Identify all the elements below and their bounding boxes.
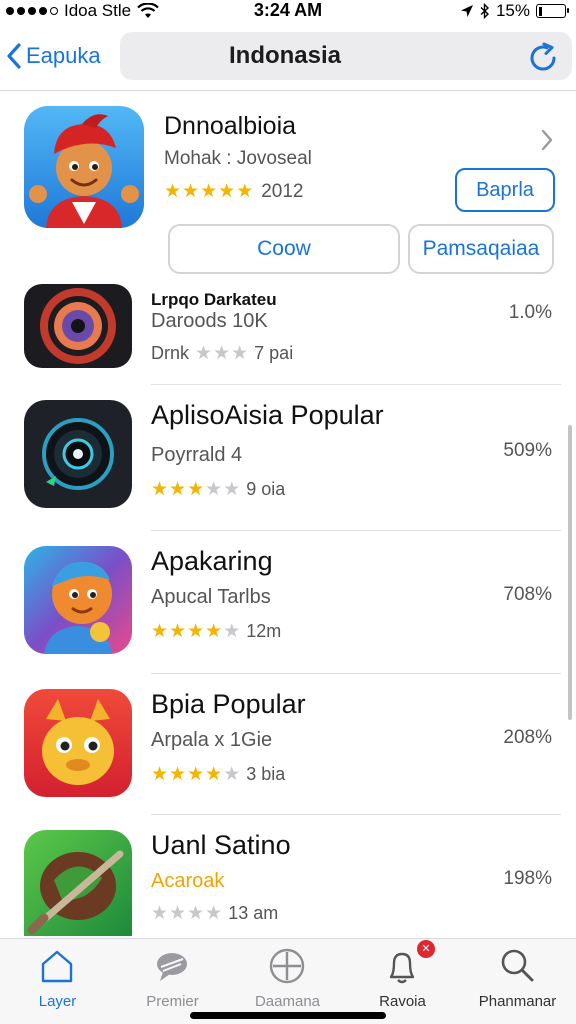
list-item[interactable]: Bpia Popular Arpala x 1Gie ★ ★ ★ ★ ★ 3 bia 2… xyxy=(0,675,576,815)
row-divider xyxy=(151,814,561,815)
chevron-left-icon xyxy=(7,43,21,69)
app-subtitle: Poyrrald 4 xyxy=(151,444,243,466)
app-rating-count: 7 pai xyxy=(254,343,294,363)
star-rating-icon: ★ ★ ★ xyxy=(195,343,249,364)
app-rating-count: 9 oia xyxy=(246,479,286,499)
row-divider xyxy=(151,673,561,674)
featured-rating: ★ ★ ★ ★ ★ 2012 xyxy=(164,180,304,203)
app-percent: 1.0% xyxy=(508,302,552,323)
app-rating: Drnk ★ ★ ★ 7 pai xyxy=(151,342,293,365)
app-subtitle: Daroods 10K xyxy=(151,310,268,332)
notification-badge: ✕ xyxy=(417,940,435,958)
tab-label: Premier xyxy=(146,993,199,1010)
app-subtitle: Acaroak xyxy=(151,870,225,892)
search-icon xyxy=(501,949,534,982)
chat-bubble-icon xyxy=(157,953,187,981)
app-rating-count: 12m xyxy=(246,621,282,641)
app-percent: 509% xyxy=(503,440,552,461)
battery-percent: 15% xyxy=(495,1,530,20)
app-rating-count: 3 bia xyxy=(246,764,286,784)
app-percent: 708% xyxy=(503,584,552,605)
plus-circle-icon xyxy=(269,948,305,984)
star-rating-icon: ★ ★ ★ ★ xyxy=(151,903,223,924)
app-percent: 198% xyxy=(503,868,552,889)
camera-app-icon xyxy=(24,400,132,508)
list-item[interactable]: Lrpqo Darkateu Daroods 10K Drnk ★ ★ ★ 7 pa… xyxy=(0,282,576,385)
app-rating: ★ ★ ★ ★ ★ 9 oia xyxy=(151,478,285,501)
app-name: Apakaring xyxy=(151,546,273,576)
action-button-left[interactable]: Coow xyxy=(168,224,400,274)
app-subtitle: Arpala x 1Gie xyxy=(151,729,273,751)
creature-app-icon xyxy=(24,689,132,797)
bell-icon xyxy=(389,952,415,984)
refresh-icon[interactable] xyxy=(527,42,559,74)
app-name: Bpia Popular xyxy=(151,689,306,719)
battery-icon xyxy=(536,4,569,18)
location-icon xyxy=(460,5,473,17)
tab-label: Phanmanar xyxy=(478,993,557,1010)
status-left: Idoa Stle xyxy=(6,0,159,22)
home-indicator[interactable] xyxy=(190,1012,386,1019)
scroll-indicator[interactable] xyxy=(568,425,572,720)
app-name: Uanl Satino xyxy=(151,830,291,860)
star-rating-icon: ★ ★ ★ ★ ★ xyxy=(151,621,241,642)
featured-rating-count: 2012 xyxy=(261,180,304,202)
status-bar: Idoa Stle 3:24 AM 15% xyxy=(0,0,576,22)
game-app-icon xyxy=(24,830,132,936)
tab-label: Daamana xyxy=(254,993,321,1010)
page-title: Indonasia xyxy=(228,42,342,69)
featured-app-name: Dnnoalbioia xyxy=(164,112,297,140)
app-subtitle: Apucal Tarlbs xyxy=(151,586,271,608)
wifi-icon xyxy=(137,3,159,18)
app-rating-text: Drnk xyxy=(151,343,190,363)
star-rating-icon: ★ ★ ★ ★ ★ xyxy=(151,479,241,500)
app-rating: ★ ★ ★ ★ 13 am xyxy=(151,902,278,925)
row-divider xyxy=(151,384,561,385)
nav-divider xyxy=(0,90,576,91)
app-rating: ★ ★ ★ ★ ★ 3 bia xyxy=(151,763,285,786)
featured-app-icon[interactable] xyxy=(24,106,144,228)
featured-app: Dnnoalbioia Mohak : Jovoseal ★ ★ ★ ★ ★ 2012 … xyxy=(0,92,576,282)
app-rating: ★ ★ ★ ★ ★ 12m xyxy=(151,620,281,643)
tab-layer[interactable]: Layer xyxy=(0,939,115,1024)
star-rating-icon: ★ ★ ★ ★ ★ xyxy=(151,764,241,785)
home-icon xyxy=(41,950,73,983)
camera-lens-app-icon xyxy=(24,284,132,368)
tab-phanmanar[interactable]: Phanmanar xyxy=(460,939,575,1024)
star-rating-icon: ★ ★ ★ ★ ★ xyxy=(164,181,254,202)
app-rating-count: 13 am xyxy=(228,903,279,923)
nav-bar: Eapuka Indonasia xyxy=(0,28,576,88)
list-item[interactable]: AplisoAisia Popular Poyrrald 4 ★ ★ ★ ★ ★ 9 o… xyxy=(0,386,576,531)
get-button[interactable]: Baprla xyxy=(455,168,555,212)
tab-label: Layer xyxy=(38,993,77,1010)
app-name: Lrpqo Darkateu xyxy=(151,290,277,309)
row-divider xyxy=(151,530,561,531)
app-percent: 208% xyxy=(503,727,552,748)
status-right: 15% xyxy=(460,0,569,22)
featured-app-subtitle: Mohak : Jovoseal xyxy=(164,148,312,169)
carrier-name: Idoa Stle xyxy=(64,1,132,20)
back-button[interactable]: Eapuka xyxy=(6,38,101,74)
action-button-right[interactable]: Pamsaqaiaa xyxy=(408,224,554,274)
signal-strength-icon xyxy=(6,7,58,15)
cartoon-character-app-icon xyxy=(24,546,132,654)
back-label: Eapuka xyxy=(26,43,101,68)
chevron-right-icon[interactable] xyxy=(540,128,554,152)
list-item[interactable]: Uanl Satino Acaroak ★ ★ ★ ★ 13 am 198% xyxy=(0,816,576,936)
list-item[interactable]: Apakaring Apucal Tarlbs ★ ★ ★ ★ ★ 12m 708% xyxy=(0,532,576,674)
tab-label: Ravoia xyxy=(379,993,426,1010)
app-name: AplisoAisia Popular xyxy=(151,400,384,430)
bluetooth-icon xyxy=(480,3,489,19)
